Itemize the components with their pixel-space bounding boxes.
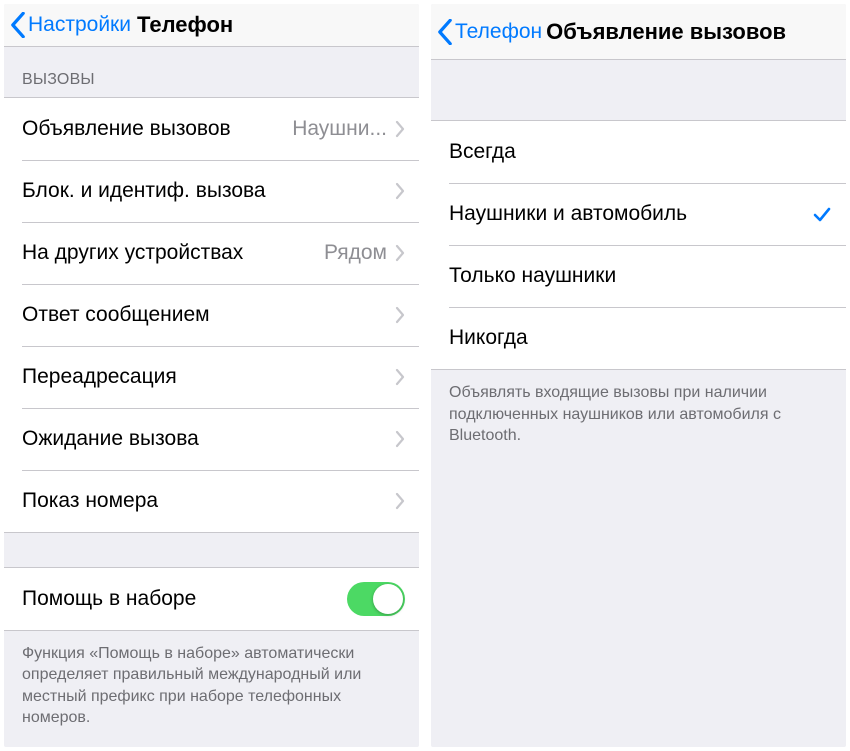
chevron-right-icon xyxy=(395,368,405,386)
row-value: Рядом xyxy=(324,241,387,265)
phone-settings-screen: Настройки Телефон ВЫЗОВЫ Объявление вызо… xyxy=(4,4,419,747)
back-label: Телефон xyxy=(455,20,542,44)
row-label: Объявление вызовов xyxy=(22,117,231,141)
announce-options-group: Всегда Наушники и автомобиль Только науш… xyxy=(431,120,846,370)
chevron-right-icon xyxy=(395,430,405,448)
dial-assist-footer: Функция «Помощь в наборе» автоматически … xyxy=(4,631,419,747)
nav-title: Объявление вызовов xyxy=(546,19,786,45)
row-show-number[interactable]: Показ номера xyxy=(4,470,419,532)
row-call-waiting[interactable]: Ожидание вызова xyxy=(4,408,419,470)
row-label: Блок. и идентиф. вызова xyxy=(22,179,266,203)
option-label: Только наушники xyxy=(449,264,616,288)
chevron-right-icon xyxy=(395,244,405,262)
row-block-id[interactable]: Блок. и идентиф. вызова xyxy=(4,160,419,222)
chevron-left-icon xyxy=(437,19,453,45)
row-label: Помощь в наборе xyxy=(22,587,196,611)
nav-bar: Настройки Телефон xyxy=(4,4,419,47)
option-label: Наушники и автомобиль xyxy=(449,202,687,226)
announce-calls-screen: Телефон Объявление вызовов Всегда Наушни… xyxy=(431,4,846,747)
row-forwarding[interactable]: Переадресация xyxy=(4,346,419,408)
back-button[interactable]: Настройки xyxy=(10,12,131,38)
row-value: Наушни... xyxy=(292,117,387,141)
row-label: Ответ сообщением xyxy=(22,303,210,327)
back-label: Настройки xyxy=(28,13,131,37)
row-announce-calls[interactable]: Объявление вызовов Наушни... xyxy=(4,98,419,160)
row-reply-message[interactable]: Ответ сообщением xyxy=(4,284,419,346)
row-label: Ожидание вызова xyxy=(22,427,199,451)
group-gap xyxy=(4,533,419,567)
option-headphones-only[interactable]: Только наушники xyxy=(431,245,846,307)
section-header-calls: ВЫЗОВЫ xyxy=(4,47,419,97)
dial-assist-group: Помощь в наборе xyxy=(4,567,419,631)
chevron-right-icon xyxy=(395,120,405,138)
chevron-right-icon xyxy=(395,182,405,200)
row-other-devices[interactable]: На других устройствах Рядом xyxy=(4,222,419,284)
option-headphones-car[interactable]: Наушники и автомобиль xyxy=(431,183,846,245)
option-never[interactable]: Никогда xyxy=(431,307,846,369)
option-always[interactable]: Всегда xyxy=(431,121,846,183)
row-label: На других устройствах xyxy=(22,241,243,265)
back-button[interactable]: Телефон xyxy=(437,19,542,45)
nav-bar: Телефон Объявление вызовов xyxy=(431,4,846,60)
row-dial-assist[interactable]: Помощь в наборе xyxy=(4,568,419,630)
chevron-right-icon xyxy=(395,492,405,510)
calls-group: Объявление вызовов Наушни... Блок. и иде… xyxy=(4,97,419,533)
row-label: Переадресация xyxy=(22,365,177,389)
nav-title: Телефон xyxy=(137,12,233,38)
chevron-left-icon xyxy=(10,12,26,38)
dial-assist-toggle[interactable] xyxy=(347,582,405,616)
check-icon xyxy=(812,204,832,224)
chevron-right-icon xyxy=(395,306,405,324)
announce-footer: Объявлять входящие вызовы при наличии по… xyxy=(431,370,846,465)
option-label: Всегда xyxy=(449,140,516,164)
row-label: Показ номера xyxy=(22,489,158,513)
option-label: Никогда xyxy=(449,326,528,350)
